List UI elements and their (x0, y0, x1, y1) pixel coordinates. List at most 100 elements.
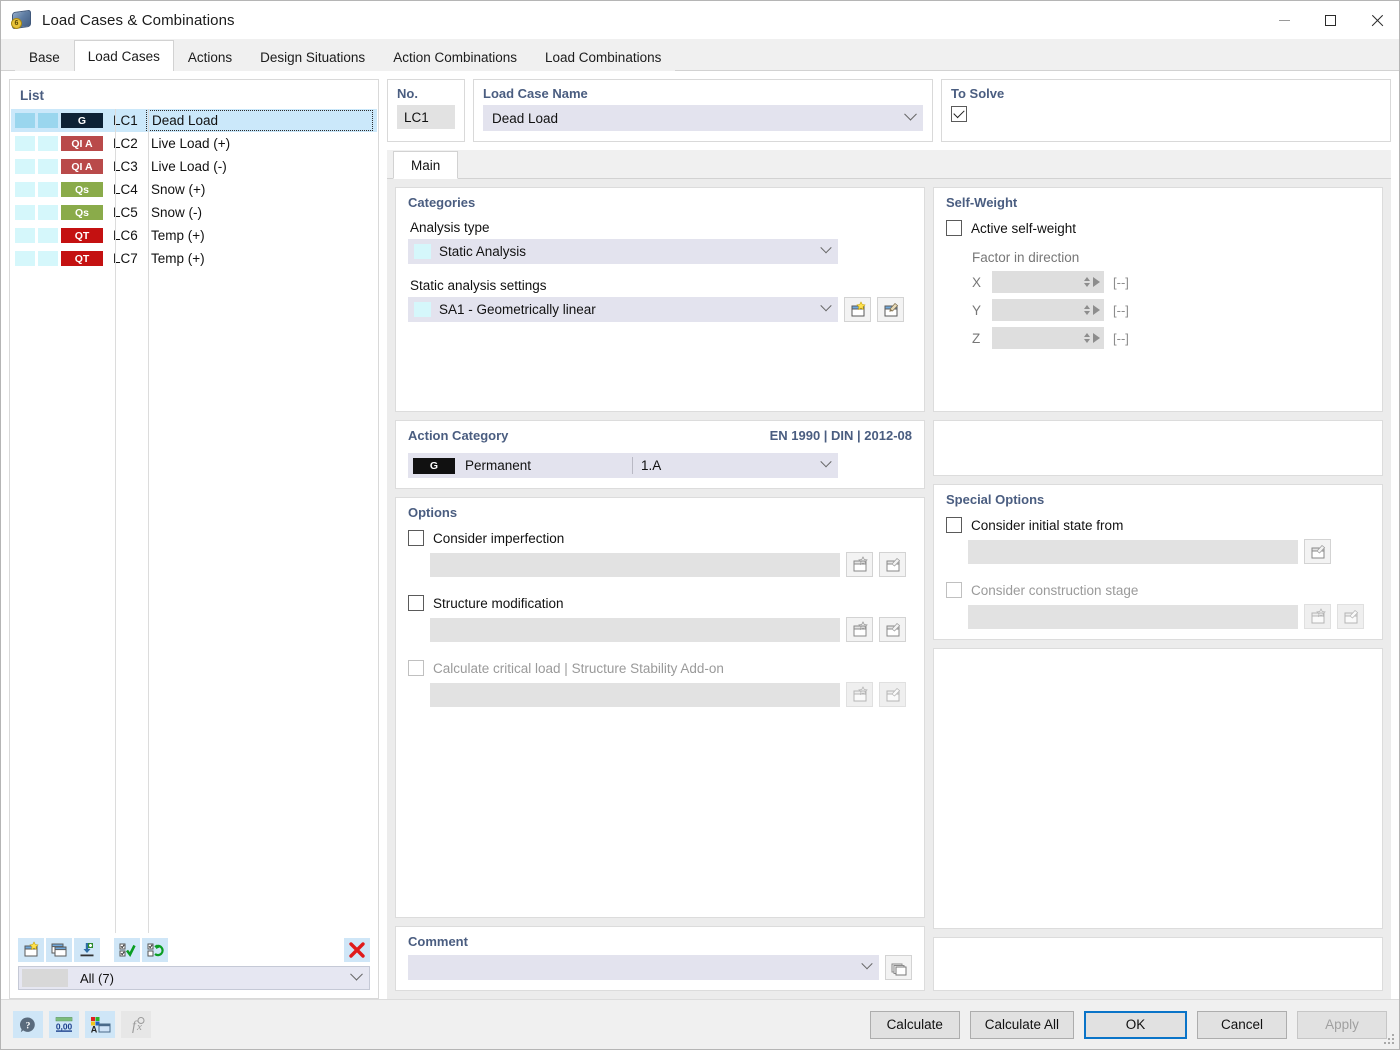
static-settings-label: Static analysis settings (410, 278, 912, 293)
initial-state-field[interactable] (968, 540, 1298, 564)
new-settings-button[interactable] (844, 297, 871, 322)
units-icon[interactable]: 0,00 (49, 1011, 79, 1038)
list-filter-combo[interactable]: All (7) (18, 966, 370, 990)
edit-stability-button (879, 682, 906, 707)
import-load-case-button[interactable] (74, 938, 100, 962)
load-case-name[interactable]: Snow (-) (146, 205, 377, 220)
consider-initial-state-checkbox[interactable] (946, 517, 962, 533)
category-chip: QI A (61, 136, 103, 151)
list-item[interactable]: QT LC6 Temp (+) (11, 224, 377, 247)
load-case-number: LC1 (113, 113, 146, 128)
color-swatch-1 (15, 205, 35, 220)
action-category-combo[interactable]: G Permanent 1.A (408, 453, 838, 478)
select-all-button[interactable] (114, 938, 140, 962)
list-item[interactable]: QI A LC2 Live Load (+) (11, 132, 377, 155)
load-case-name[interactable]: Snow (+) (146, 182, 377, 197)
new-modification-button[interactable] (846, 617, 873, 642)
active-self-weight-checkbox[interactable] (946, 220, 962, 236)
list-item[interactable]: QT LC7 Temp (+) (11, 247, 377, 270)
detail-left-column: Categories Analysis type Static Analysis… (395, 187, 925, 991)
self-weight-x-row: X [--] (946, 271, 1370, 293)
formula-icon: f x (121, 1011, 151, 1038)
list-header: List (10, 80, 378, 109)
tab-base[interactable]: Base (15, 42, 74, 71)
list-item[interactable]: Qs LC5 Snow (-) (11, 201, 377, 224)
list-toolbar (10, 933, 378, 966)
cancel-button[interactable]: Cancel (1197, 1011, 1287, 1039)
comment-library-button[interactable] (885, 955, 912, 980)
comment-input[interactable] (408, 955, 879, 980)
color-swatch-2 (38, 228, 58, 243)
no-box: No. LC1 (387, 79, 465, 142)
category-chip: QT (61, 251, 103, 266)
color-swatch-2 (38, 159, 58, 174)
resize-grip[interactable] (1384, 1034, 1396, 1046)
load-case-name[interactable]: Dead Load (146, 110, 373, 131)
action-category-number: 1.A (633, 458, 721, 473)
special-options-title: Special Options (946, 492, 1370, 507)
chevron-down-icon (350, 967, 363, 980)
color-swatch-1 (15, 159, 35, 174)
factor-direction-label: Factor in direction (972, 250, 1370, 265)
ok-button[interactable]: OK (1084, 1011, 1187, 1039)
spinner-arrows-icon (1084, 277, 1090, 287)
consider-imperfection-row[interactable]: Consider imperfection (408, 530, 912, 546)
consider-initial-state-row[interactable]: Consider initial state from (946, 517, 1370, 533)
imperfection-field[interactable] (430, 553, 840, 577)
filter-swatch (22, 969, 68, 987)
load-case-list[interactable]: G LC1 Dead Load QI A LC2 Live Load (+) Q… (11, 109, 377, 933)
edit-initial-state-button[interactable] (1304, 539, 1331, 564)
structure-modification-field[interactable] (430, 618, 840, 642)
new-imperfection-button[interactable] (846, 552, 873, 577)
list-item[interactable]: Qs LC4 Snow (+) (11, 178, 377, 201)
tab-action-combinations[interactable]: Action Combinations (379, 42, 531, 71)
tab-actions[interactable]: Actions (174, 42, 246, 71)
comment-title: Comment (408, 934, 912, 949)
calculate-critical-load-label: Calculate critical load | Structure Stab… (433, 661, 724, 676)
calculate-button[interactable]: Calculate (870, 1011, 960, 1039)
load-case-name-input[interactable]: Dead Load (483, 105, 923, 131)
color-swatch-1 (15, 136, 35, 151)
load-case-name[interactable]: Live Load (-) (146, 159, 377, 174)
active-self-weight-label: Active self-weight (971, 221, 1076, 236)
self-weight-x-input (992, 271, 1104, 293)
consider-imperfection-checkbox[interactable] (408, 530, 424, 546)
to-solve-checkbox[interactable] (951, 106, 967, 122)
edit-modification-button[interactable] (879, 617, 906, 642)
tab-design-situations[interactable]: Design Situations (246, 42, 379, 71)
load-case-name[interactable]: Live Load (+) (146, 136, 377, 151)
list-filter-value: All (7) (80, 971, 114, 986)
close-icon[interactable] (1353, 1, 1399, 39)
tab-main[interactable]: Main (393, 151, 458, 179)
self-weight-y-input (992, 299, 1104, 321)
display-properties-icon[interactable]: A (85, 1011, 115, 1038)
tab-load-combinations[interactable]: Load Combinations (531, 42, 675, 71)
action-category-chip: G (413, 458, 455, 474)
new-load-case-button[interactable] (18, 938, 44, 962)
main-tab-bar: Base Load Cases Actions Design Situation… (1, 39, 1399, 71)
invert-selection-button[interactable] (142, 938, 168, 962)
help-icon[interactable]: ? (13, 1011, 43, 1038)
color-swatch-1 (15, 182, 35, 197)
unit-z: [--] (1113, 331, 1129, 346)
tab-load-cases[interactable]: Load Cases (74, 40, 174, 71)
calculate-all-button[interactable]: Calculate All (970, 1011, 1074, 1039)
minimize-icon[interactable] (1261, 1, 1307, 39)
active-self-weight-row[interactable]: Active self-weight (946, 220, 1370, 236)
structure-modification-row[interactable]: Structure modification (408, 595, 912, 611)
load-case-name[interactable]: Temp (+) (146, 228, 377, 243)
structure-modification-checkbox[interactable] (408, 595, 424, 611)
chevron-down-icon (904, 107, 917, 120)
delete-load-case-button[interactable] (344, 938, 370, 962)
edit-imperfection-button[interactable] (879, 552, 906, 577)
copy-load-case-button[interactable] (46, 938, 72, 962)
play-icon (1093, 305, 1100, 315)
static-settings-combo[interactable]: SA1 - Geometrically linear (408, 297, 838, 322)
list-item[interactable]: G LC1 Dead Load (11, 109, 377, 132)
list-item[interactable]: QI A LC3 Live Load (-) (11, 155, 377, 178)
analysis-type-combo[interactable]: Static Analysis (408, 239, 838, 264)
load-case-name[interactable]: Temp (+) (146, 251, 377, 266)
list-filter-row: All (7) (10, 966, 378, 998)
maximize-icon[interactable] (1307, 1, 1353, 39)
edit-settings-button[interactable] (877, 297, 904, 322)
